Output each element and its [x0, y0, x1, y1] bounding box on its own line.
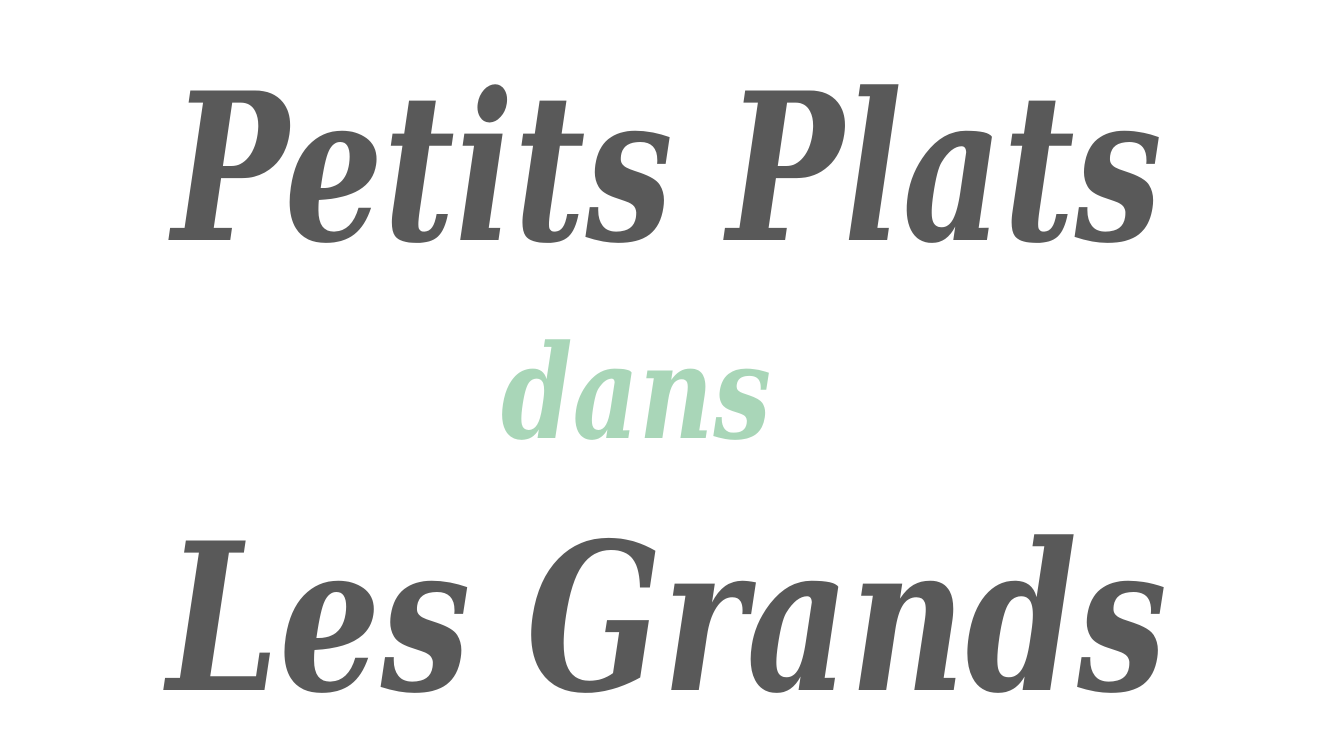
logo-canvas: Petits Plats dans Les Grands	[0, 0, 1334, 750]
logo-line-les-grands: Les Grands	[163, 499, 1167, 739]
logo-line-dans: dans	[501, 316, 771, 469]
logo-line-petits-plats: Petits Plats	[168, 49, 1162, 289]
logo-wordmark: Petits Plats dans Les Grands	[163, 49, 1167, 739]
